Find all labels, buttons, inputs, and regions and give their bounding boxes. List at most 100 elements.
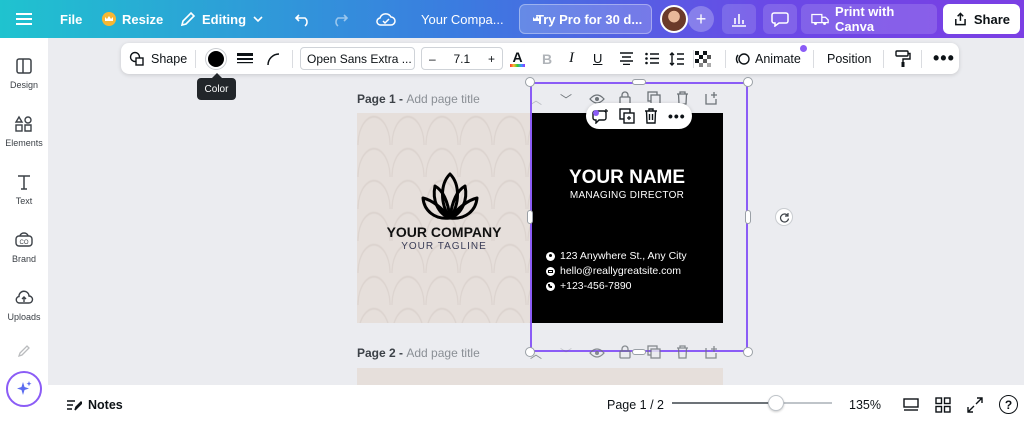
zoom-slider-knob[interactable] (768, 395, 784, 411)
divider (195, 50, 196, 68)
duplicate-icon[interactable] (619, 108, 635, 124)
notes-button[interactable]: Notes (66, 385, 123, 425)
text-color-icon: A (512, 49, 523, 65)
try-pro-button[interactable]: Try Pro for 30 d... (519, 4, 652, 34)
bold-button[interactable]: B (542, 43, 552, 74)
company-name[interactable]: YOUR COMPANY (357, 224, 531, 240)
sidebar-item-design[interactable]: Design (0, 56, 48, 90)
eye-icon[interactable] (589, 347, 605, 359)
resize-handle-top[interactable] (632, 79, 646, 85)
sidebar-item-elements[interactable]: Elements (0, 114, 48, 148)
increase-size-button[interactable]: + (488, 52, 495, 66)
animate-button[interactable]: Animate (734, 43, 801, 74)
zoom-slider-fill (672, 402, 776, 404)
notes-icon (67, 400, 82, 411)
hamburger-icon (16, 13, 32, 25)
undo-button[interactable] (294, 0, 312, 38)
comments-button[interactable] (763, 4, 797, 34)
draw-icon[interactable] (17, 344, 31, 358)
page-1-title-input[interactable]: Add page title (406, 92, 479, 106)
list-button[interactable] (645, 43, 660, 74)
color-picker-button[interactable] (206, 43, 226, 74)
chevron-up-icon[interactable]: ︿ (530, 345, 546, 362)
page-indicator[interactable]: Page 1 / 2 (607, 385, 664, 425)
shape-button[interactable]: Shape (129, 43, 187, 74)
print-with-canva-button[interactable]: Print with Canva (801, 4, 937, 34)
resize-handle-left[interactable] (527, 210, 533, 224)
add-collaborator-button[interactable]: + (688, 6, 714, 32)
color-swatch (206, 48, 226, 69)
color-tooltip: Color (197, 73, 236, 100)
card-front[interactable]: YOUR COMPANY YOUR TAGLINE (357, 113, 531, 323)
lock-icon[interactable] (619, 345, 631, 359)
redo-button[interactable] (331, 0, 349, 38)
magic-assistant-button[interactable] (6, 371, 42, 407)
border-style-button[interactable] (237, 43, 253, 74)
resize-button[interactable]: Resize (102, 0, 163, 38)
file-menu[interactable]: File (60, 0, 82, 38)
cloud-check-icon (376, 13, 396, 26)
font-family-dropdown[interactable]: Open Sans Extra ... (300, 47, 415, 70)
insights-button[interactable] (722, 4, 756, 34)
decrease-size-button[interactable]: – (429, 52, 436, 66)
resize-handle-right[interactable] (745, 210, 751, 224)
font-size-value[interactable]: 7.1 (453, 52, 470, 66)
corner-radius-icon (267, 52, 280, 65)
resize-handle-bottom[interactable] (632, 349, 646, 355)
transparency-button[interactable] (695, 43, 711, 74)
editing-mode-dropdown[interactable]: Editing (180, 0, 264, 38)
page-2-title-input[interactable]: Add page title (406, 346, 479, 360)
underline-button[interactable]: U (593, 43, 602, 74)
menu-button[interactable] (16, 0, 32, 38)
left-sidebar: Design Elements Text CO Brand Uploads (0, 38, 48, 425)
sidebar-item-text[interactable]: Text (0, 172, 48, 206)
add-page-icon[interactable] (705, 345, 719, 359)
add-comment-icon[interactable] (592, 108, 609, 124)
spacing-button[interactable] (669, 43, 685, 74)
resize-handle-top-left[interactable] (525, 77, 535, 87)
italic-button[interactable]: I (569, 43, 574, 74)
save-status[interactable] (376, 0, 396, 38)
rotate-handle[interactable] (775, 208, 793, 226)
text-color-button[interactable]: A (510, 43, 525, 74)
uploads-icon (15, 290, 34, 304)
redo-icon (335, 14, 349, 27)
element-quick-toolbar: ••• (586, 103, 692, 129)
align-button[interactable] (619, 43, 634, 74)
fullscreen-icon[interactable] (967, 397, 983, 413)
page-2-label: Page 2 - Add page title (357, 346, 480, 360)
duplicate-icon[interactable] (647, 345, 661, 359)
resize-handle-top-right[interactable] (743, 77, 753, 87)
more-icon[interactable]: ••• (668, 108, 686, 124)
position-button[interactable]: Position (827, 43, 871, 74)
divider (813, 50, 814, 68)
bold-icon: B (542, 50, 553, 67)
page-view-icon[interactable] (903, 397, 919, 413)
zoom-level[interactable]: 135% (849, 385, 881, 425)
resize-handle-bottom-right[interactable] (743, 347, 753, 357)
font-size-stepper[interactable]: – 7.1 + (421, 47, 503, 70)
crown-icon (102, 12, 116, 26)
copy-style-button[interactable] (895, 43, 911, 74)
text-icon (18, 175, 30, 190)
shape-icon (129, 51, 144, 66)
chevron-down-icon[interactable]: ﹀ (560, 345, 576, 362)
document-title[interactable]: Your Compa... (421, 0, 504, 38)
italic-icon: I (569, 50, 574, 66)
trash-icon[interactable] (676, 345, 689, 359)
ellipsis-icon: ••• (933, 48, 955, 68)
trash-icon[interactable] (644, 108, 658, 124)
pencil-icon (180, 11, 196, 27)
company-tagline[interactable]: YOUR TAGLINE (357, 241, 531, 252)
more-options-button[interactable]: ••• (933, 43, 955, 74)
help-button[interactable]: ? (999, 395, 1018, 414)
share-button[interactable]: Share (943, 4, 1020, 34)
divider (883, 50, 884, 68)
grid-view-icon[interactable] (935, 397, 951, 413)
avatar[interactable] (660, 5, 688, 33)
sidebar-item-brand[interactable]: CO Brand (0, 230, 48, 264)
corner-rounding-button[interactable] (266, 43, 282, 74)
animate-icon (735, 52, 750, 65)
sidebar-item-uploads[interactable]: Uploads (0, 288, 48, 322)
chevron-down-icon (253, 16, 263, 23)
